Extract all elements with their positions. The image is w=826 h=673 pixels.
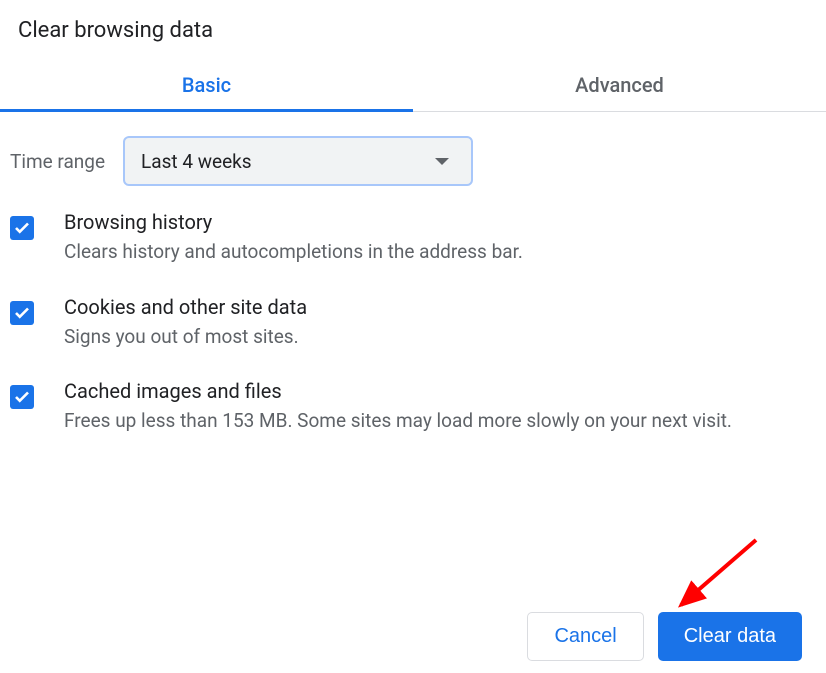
option-content: Browsing history Clears history and auto… [64,210,816,267]
clear-data-button[interactable]: Clear data [658,612,802,661]
check-icon [13,388,31,406]
options-list: Browsing history Clears history and auto… [0,210,826,436]
option-desc: Clears history and autocompletions in th… [64,238,816,267]
option-desc: Signs you out of most sites. [64,323,816,352]
option-cookies: Cookies and other site data Signs you ou… [10,295,816,352]
checkbox-cached[interactable] [10,385,34,409]
chevron-down-icon [435,158,449,165]
check-icon [13,219,31,237]
time-range-value: Last 4 weeks [141,150,435,173]
check-icon [13,304,31,322]
time-range-row: Time range Last 4 weeks [0,112,826,210]
option-cached: Cached images and files Frees up less th… [10,379,816,436]
checkbox-browsing-history[interactable] [10,216,34,240]
time-range-label: Time range [10,150,105,173]
dialog-title: Clear browsing data [0,0,826,59]
checkbox-cookies[interactable] [10,301,34,325]
option-browsing-history: Browsing history Clears history and auto… [10,210,816,267]
option-content: Cached images and files Frees up less th… [64,379,816,436]
tab-basic[interactable]: Basic [0,59,413,111]
tabs: Basic Advanced [0,59,826,112]
cancel-button[interactable]: Cancel [527,612,643,661]
option-title: Cached images and files [64,379,816,403]
tab-advanced[interactable]: Advanced [413,59,826,111]
option-title: Browsing history [64,210,816,234]
time-range-select[interactable]: Last 4 weeks [123,136,473,186]
option-content: Cookies and other site data Signs you ou… [64,295,816,352]
option-title: Cookies and other site data [64,295,816,319]
dialog-buttons: Cancel Clear data [527,612,802,661]
option-desc: Frees up less than 153 MB. Some sites ma… [64,407,816,436]
